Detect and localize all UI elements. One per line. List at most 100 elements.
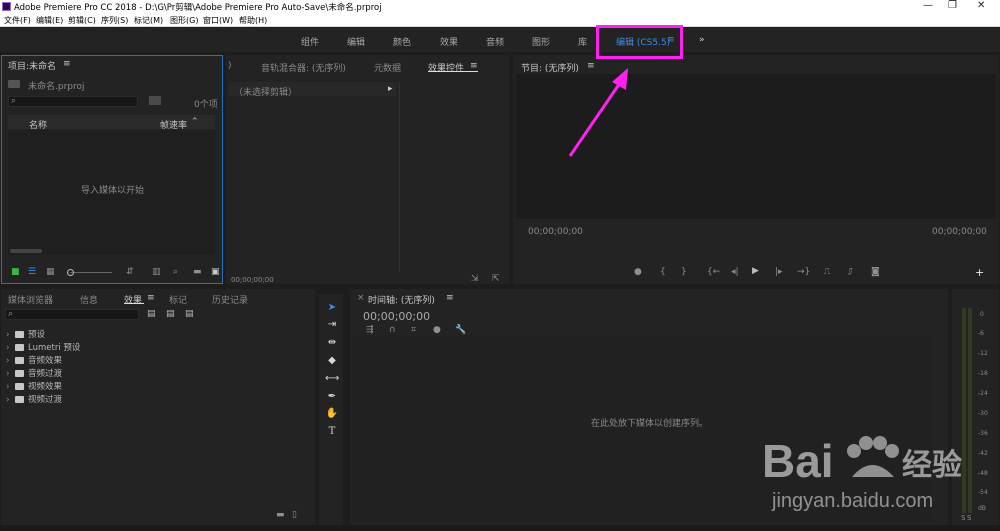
expand-icon[interactable]: ▸ — [388, 85, 393, 94]
export-icon[interactable]: ⇱ — [492, 275, 500, 284]
new-custom-bin-icon[interactable]: ▬ — [276, 511, 285, 520]
close-timeline-icon[interactable]: × — [357, 293, 365, 303]
step-forward-icon[interactable]: |▸ — [775, 268, 783, 277]
tab-overflow-icon[interactable]: ) — [228, 61, 232, 71]
button-editor-icon[interactable]: + — [975, 267, 984, 278]
annotation-highlight-box — [596, 25, 683, 59]
filter-icon[interactable]: ⇲ — [471, 275, 479, 284]
new-item-icon[interactable]: ▣ — [211, 268, 220, 277]
linked-selection-icon[interactable]: ⌗ — [411, 326, 416, 335]
extract-icon[interactable]: ⎎ — [848, 268, 853, 277]
folder-icon — [15, 396, 24, 403]
32bit-effects-icon[interactable]: ▤ — [166, 310, 175, 319]
workspace-assembly[interactable]: 组件 — [301, 35, 319, 48]
snap-icon[interactable]: ∩ — [389, 326, 396, 335]
effect-controls-menu-icon[interactable]: ≡ — [470, 61, 478, 71]
tree-item-video-transitions[interactable]: › 视频过渡 — [6, 393, 62, 405]
tree-item-audio-effects[interactable]: › 音频效果 — [6, 354, 62, 366]
razor-tool-icon[interactable]: ◆ — [325, 354, 339, 368]
zoom-slider[interactable] — [70, 272, 112, 273]
panel-divider — [399, 82, 400, 272]
timeline-menu-icon[interactable]: ≡ — [446, 293, 454, 303]
mark-in-icon[interactable]: { — [660, 268, 666, 277]
effect-controls-timecode[interactable]: 00;00;00;00 — [231, 276, 274, 284]
accelerated-effects-icon[interactable]: ▤ — [147, 310, 156, 319]
tree-item-lumetri-presets[interactable]: › Lumetri 预设 — [6, 341, 80, 353]
menu-window[interactable]: 窗口(W) — [203, 15, 233, 26]
menu-graphics[interactable]: 图形(G) — [170, 15, 198, 26]
list-view-icon[interactable]: ☰ — [28, 268, 36, 277]
mark-out-icon[interactable]: } — [681, 268, 687, 277]
new-search-bin-icon[interactable] — [149, 96, 161, 105]
tab-audio-mixer[interactable]: 音轨混合器: (无序列) — [261, 61, 346, 74]
tab-media-browser[interactable]: 媒体浏览器 — [8, 293, 53, 306]
workspace-libraries[interactable]: 库 — [578, 35, 587, 48]
menu-file[interactable]: 文件(F) — [4, 15, 31, 26]
menu-help[interactable]: 帮助(H) — [239, 15, 267, 26]
tab-info[interactable]: 信息 — [80, 293, 98, 306]
play-icon[interactable]: ▶ — [752, 267, 759, 276]
ripple-edit-tool-icon[interactable]: ⇹ — [325, 336, 339, 350]
menu-edit[interactable]: 编辑(E) — [36, 15, 63, 26]
icon-view-icon[interactable]: ▦ — [46, 268, 55, 277]
new-bin-icon[interactable]: ▬ — [193, 268, 202, 277]
track-select-tool-icon[interactable]: ⇥ — [325, 318, 339, 332]
go-to-in-icon[interactable]: {← — [707, 268, 720, 277]
zoom-slider-handle[interactable] — [67, 269, 74, 276]
tree-item-video-effects[interactable]: › 视频效果 — [6, 380, 62, 392]
effects-menu-icon[interactable]: ≡ — [147, 293, 155, 303]
project-panel-title[interactable]: 项目:未命名 — [8, 59, 56, 72]
sort-ascending-icon[interactable]: ⌃ — [191, 118, 199, 127]
menu-clip[interactable]: 剪辑(C) — [68, 15, 96, 26]
annotation-arrow — [568, 68, 628, 157]
add-marker-timeline-icon[interactable]: ● — [433, 326, 441, 335]
folder-icon — [15, 331, 24, 338]
yuv-effects-icon[interactable]: ▤ — [185, 310, 194, 319]
tab-metadata[interactable]: 元数据 — [374, 61, 401, 74]
tree-item-audio-transitions[interactable]: › 音频过渡 — [6, 367, 62, 379]
nest-icon[interactable]: ⇶ — [366, 326, 374, 335]
pen-tool-icon[interactable]: ✒ — [325, 390, 339, 404]
tab-effects[interactable]: 效果 — [124, 293, 142, 306]
find-icon[interactable]: ⌕ — [173, 268, 178, 277]
workspace-audio[interactable]: 音频 — [486, 35, 504, 48]
menu-sequence[interactable]: 序列(S) — [101, 15, 128, 26]
sort-icon[interactable]: ⇵ — [126, 268, 134, 277]
folder-icon — [15, 357, 24, 364]
menu-marker[interactable]: 标记(M) — [134, 15, 163, 26]
automate-icon[interactable]: ▥ — [152, 268, 161, 277]
minimize-button[interactable]: — — [923, 0, 933, 11]
workspace-editing[interactable]: 编辑 — [347, 35, 365, 48]
project-scrollbar[interactable] — [10, 249, 42, 253]
project-search-input[interactable] — [8, 96, 138, 107]
timeline-settings-icon[interactable]: 🔧 — [455, 326, 466, 335]
lift-icon[interactable]: ⎍ — [824, 268, 830, 277]
slip-tool-icon[interactable]: ⟷ — [325, 372, 339, 386]
program-timecode-current[interactable]: 00;00;00;00 — [528, 227, 583, 237]
timeline-timecode[interactable]: 00;00;00;00 — [363, 310, 430, 323]
project-panel-menu-icon[interactable]: ≡ — [63, 59, 71, 69]
timeline-title[interactable]: 时间轴: (无序列) — [368, 293, 435, 306]
workspace-graphics[interactable]: 图形 — [532, 35, 550, 48]
export-frame-icon[interactable]: ◙ — [871, 268, 880, 277]
add-marker-icon[interactable]: ● — [634, 268, 642, 277]
tab-history[interactable]: 历史记录 — [212, 293, 248, 306]
active-tab-underline — [428, 71, 478, 72]
step-back-icon[interactable]: ◂| — [731, 268, 739, 277]
maximize-button[interactable]: ❐ — [948, 0, 957, 11]
tree-item-presets[interactable]: › 预设 — [6, 328, 45, 340]
type-tool-icon[interactable]: T — [325, 425, 339, 439]
effects-search-input[interactable] — [5, 309, 139, 320]
workspace-overflow-icon[interactable]: » — [699, 35, 705, 45]
tab-markers[interactable]: 标记 — [169, 293, 187, 306]
selection-tool-icon[interactable]: ➤ — [325, 301, 339, 315]
folder-icon — [15, 383, 24, 390]
tab-effect-controls[interactable]: 效果控件 — [428, 61, 464, 74]
close-button[interactable]: ✕ — [977, 0, 985, 11]
go-to-out-icon[interactable]: →} — [797, 268, 810, 277]
lock-icon[interactable]: ■ — [11, 268, 20, 277]
delete-icon[interactable]: ▯ — [292, 511, 297, 520]
workspace-color[interactable]: 颜色 — [393, 35, 411, 48]
workspace-effects[interactable]: 效果 — [440, 35, 458, 48]
hand-tool-icon[interactable]: ✋ — [325, 407, 339, 421]
